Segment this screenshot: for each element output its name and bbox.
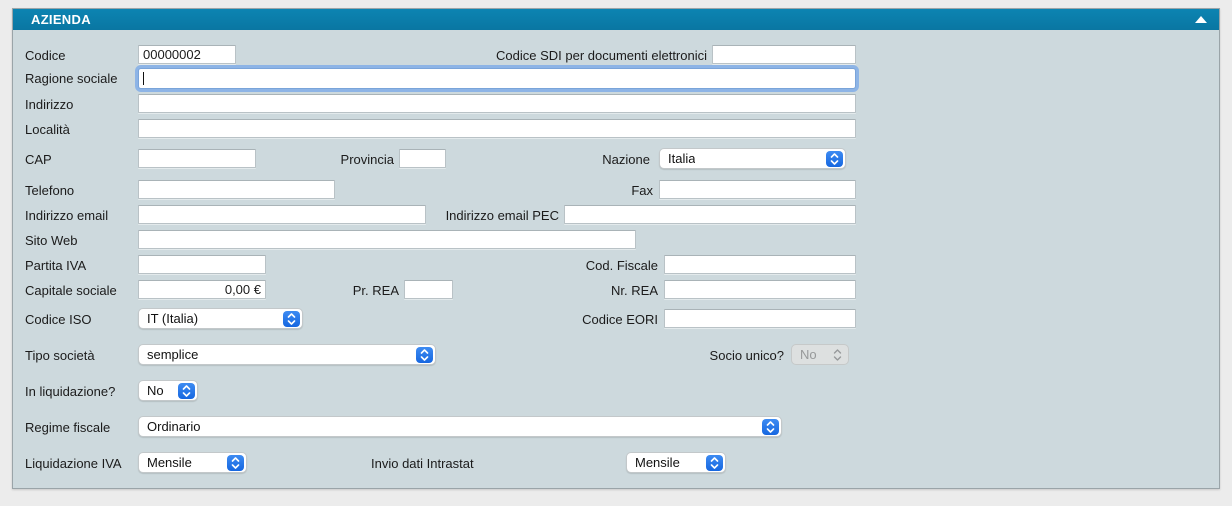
sito-web-label: Sito Web	[25, 231, 78, 250]
select-stepper-icon	[829, 347, 846, 363]
ragione-sociale-label: Ragione sociale	[25, 69, 118, 88]
partita-iva-label: Partita IVA	[25, 256, 86, 275]
invio-intrastat-select[interactable]: Mensile	[626, 452, 726, 473]
codice-label: Codice	[25, 46, 65, 65]
select-stepper-icon	[706, 455, 723, 471]
select-stepper-icon	[762, 419, 779, 435]
telefono-label: Telefono	[25, 181, 74, 200]
socio-unico-select: No	[791, 344, 849, 365]
select-stepper-icon	[178, 383, 195, 399]
email-pec-input[interactable]	[564, 205, 856, 224]
liquidazione-iva-select-value: Mensile	[147, 455, 192, 470]
codice-sdi-input[interactable]	[712, 45, 856, 64]
cap-label: CAP	[25, 150, 52, 169]
codice-iso-select-value: IT (Italia)	[147, 311, 198, 326]
regime-fiscale-select[interactable]: Ordinario	[138, 416, 782, 437]
fax-input[interactable]	[659, 180, 856, 199]
in-liquidazione-select[interactable]: No	[138, 380, 198, 401]
fax-label: Fax	[583, 181, 653, 200]
collapse-button[interactable]	[1193, 12, 1209, 28]
indirizzo-input[interactable]	[138, 94, 856, 113]
cod-fiscale-input[interactable]	[664, 255, 856, 274]
codice-iso-select[interactable]: IT (Italia)	[138, 308, 303, 329]
text-caret	[143, 72, 144, 85]
regime-fiscale-select-value: Ordinario	[147, 419, 200, 434]
in-liquidazione-select-value: No	[147, 383, 164, 398]
codice-sdi-label: Codice SDI per documenti elettronici	[363, 46, 707, 65]
liquidazione-iva-select[interactable]: Mensile	[138, 452, 247, 473]
email-label: Indirizzo email	[25, 206, 108, 225]
nazione-select[interactable]: Italia	[659, 148, 846, 169]
nazione-select-value: Italia	[668, 151, 695, 166]
nr-rea-label: Nr. REA	[573, 281, 658, 300]
codice-iso-label: Codice ISO	[25, 310, 91, 329]
cod-fiscale-label: Cod. Fiscale	[558, 256, 658, 275]
codice-eori-input[interactable]	[664, 309, 856, 328]
select-stepper-icon	[227, 455, 244, 471]
chevron-up-icon	[1195, 16, 1207, 23]
provincia-label: Provincia	[313, 150, 394, 169]
localita-label: Località	[25, 120, 70, 139]
regime-fiscale-label: Regime fiscale	[25, 418, 110, 437]
indirizzo-label: Indirizzo	[25, 95, 73, 114]
tipo-societa-select[interactable]: semplice	[138, 344, 436, 365]
email-pec-label: Indirizzo email PEC	[433, 206, 559, 225]
provincia-input[interactable]	[399, 149, 446, 168]
socio-unico-label: Socio unico?	[673, 346, 784, 365]
telefono-input[interactable]	[138, 180, 335, 199]
liquidazione-iva-label: Liquidazione IVA	[25, 454, 122, 473]
invio-intrastat-label: Invio dati Intrastat	[371, 454, 474, 473]
cap-input[interactable]	[138, 149, 256, 168]
capitale-sociale-input[interactable]	[138, 280, 266, 299]
tipo-societa-label: Tipo società	[25, 346, 95, 365]
nr-rea-input[interactable]	[664, 280, 856, 299]
email-input[interactable]	[138, 205, 426, 224]
ragione-sociale-input[interactable]	[138, 68, 856, 89]
select-stepper-icon	[826, 151, 843, 167]
panel-header: AZIENDA	[13, 9, 1219, 30]
capitale-sociale-label: Capitale sociale	[25, 281, 117, 300]
pr-rea-input[interactable]	[404, 280, 453, 299]
codice-input[interactable]	[138, 45, 236, 64]
tipo-societa-select-value: semplice	[147, 347, 198, 362]
partita-iva-input[interactable]	[138, 255, 266, 274]
select-stepper-icon	[283, 311, 300, 327]
azienda-panel: AZIENDA Codice Codice SDI per documenti …	[12, 8, 1220, 489]
nazione-label: Nazione	[573, 150, 650, 169]
localita-input[interactable]	[138, 119, 856, 138]
codice-eori-label: Codice EORI	[553, 310, 658, 329]
socio-unico-select-value: No	[800, 347, 817, 362]
select-stepper-icon	[416, 347, 433, 363]
sito-web-input[interactable]	[138, 230, 636, 249]
pr-rea-label: Pr. REA	[333, 281, 399, 300]
invio-intrastat-select-value: Mensile	[635, 455, 680, 470]
panel-title: AZIENDA	[31, 12, 91, 27]
in-liquidazione-label: In liquidazione?	[25, 382, 115, 401]
